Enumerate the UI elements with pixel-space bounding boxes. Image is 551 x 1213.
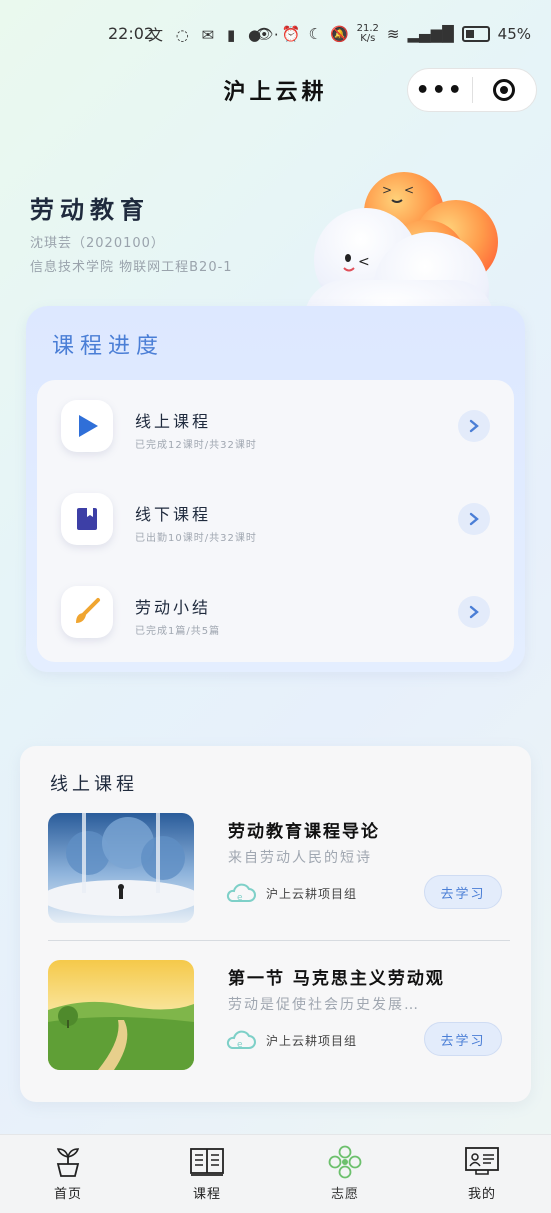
progress-item-online[interactable]: 线上课程 已完成12课时/共32课时 — [37, 386, 514, 466]
wifi-icon: ≋ — [386, 25, 400, 43]
course-thumbnail — [48, 813, 194, 923]
bottom-tab-bar: 首页 课程 志愿 我的 — [0, 1134, 551, 1213]
go-study-button[interactable]: 去学习 — [424, 875, 502, 909]
course-name: 劳动教育 — [30, 195, 150, 224]
volunteer-group-icon — [305, 1143, 385, 1181]
progress-list: 线上课程 已完成12课时/共32课时 线下课程 已出勤10课时/共32课时 劳动… — [37, 380, 514, 662]
status-bar: 22:02 文 ◌ ✉ ▮ ● ··· 👁 ⏰ ☾ 🔕 21.2 K/s ≋ ▂… — [0, 0, 551, 66]
tab-label: 课程 — [192, 1187, 221, 1202]
course-name: 第一节 马克思主义劳动观 — [228, 969, 445, 989]
chevron-right-icon[interactable] — [458, 410, 490, 442]
plant-home-icon — [28, 1143, 108, 1181]
progress-item-sub: 已完成1篇/共5篇 — [135, 626, 221, 637]
tab-volunteer[interactable]: 志愿 — [305, 1143, 385, 1202]
tab-label: 首页 — [53, 1187, 82, 1202]
course-group: 沪上云耕项目组 — [266, 1034, 358, 1048]
course-desc: 劳动是促使社会历史发展… — [228, 997, 420, 1013]
course-item[interactable]: 第一节 马克思主义劳动观 劳动是促使社会历史发展… e 沪上云耕项目组 去学习 — [20, 960, 531, 1072]
go-study-button[interactable]: 去学习 — [424, 1022, 502, 1056]
college-info: 信息技术学院 物联网工程B20-1 — [30, 260, 233, 275]
svg-text:<: < — [358, 254, 370, 270]
play-icon — [61, 400, 113, 452]
tab-courses[interactable]: 课程 — [167, 1143, 247, 1202]
cloud-icon: e — [226, 883, 256, 903]
progress-item-sub: 已出勤10课时/共32课时 — [135, 533, 257, 544]
chevron-right-icon[interactable] — [458, 503, 490, 535]
status-right: 👁 ⏰ ☾ 🔕 21.2 K/s ≋ ▂▄▆█ 45% — [255, 24, 531, 44]
more-button[interactable]: ••• — [408, 78, 472, 103]
tab-label: 我的 — [467, 1187, 496, 1202]
online-courses-card: 线上课程 劳动教育课程导论 来自劳动人民的短诗 e 沪上云耕项目组 去学习 第一… — [20, 746, 531, 1102]
course-name: 劳动教育课程导论 — [228, 822, 380, 842]
moon-icon: ☾ — [308, 25, 322, 43]
profile-monitor-icon — [442, 1143, 522, 1181]
progress-item-sub: 已完成12课时/共32课时 — [135, 440, 257, 451]
svg-text:e: e — [237, 1040, 243, 1050]
progress-item-label: 劳动小结 — [135, 598, 212, 617]
progress-item-label: 线下课程 — [135, 505, 212, 524]
svg-text:e: e — [237, 893, 243, 903]
student-info: 沈琪芸（2020100） — [30, 236, 165, 251]
book-icon — [61, 493, 113, 545]
signal-icon: ▂▄▆█ — [407, 25, 454, 43]
svg-text:<: < — [404, 183, 414, 197]
tab-home[interactable]: 首页 — [28, 1143, 108, 1202]
brush-icon — [61, 586, 113, 638]
alarm-icon: ⏰ — [281, 25, 301, 43]
course-thumbnail — [48, 960, 194, 1070]
progress-item-summary[interactable]: 劳动小结 已完成1篇/共5篇 — [37, 572, 514, 652]
online-courses-title: 线上课程 — [50, 774, 138, 795]
progress-title: 课程进度 — [52, 334, 165, 359]
net-speed-unit: K/s — [360, 33, 376, 44]
progress-item-label: 线上课程 — [135, 412, 212, 431]
tab-label: 志愿 — [330, 1187, 359, 1202]
target-icon — [493, 79, 516, 101]
eye-icon: 👁 — [254, 25, 274, 43]
course-desc: 来自劳动人民的短诗 — [228, 850, 372, 866]
course-progress-card: 课程进度 线上课程 已完成12课时/共32课时 线下课程 已出勤10课时/共32… — [26, 306, 525, 672]
svg-text:>: > — [382, 183, 392, 197]
mute-icon: 🔕 — [329, 25, 349, 43]
battery-icon — [461, 26, 490, 42]
battery-level: 45% — [497, 25, 531, 43]
chevron-right-icon[interactable] — [458, 596, 490, 628]
net-speed: 21.2 K/s — [357, 24, 379, 44]
course-group: 沪上云耕项目组 — [266, 887, 358, 901]
progress-item-offline[interactable]: 线下课程 已出勤10课时/共32课时 — [37, 479, 514, 559]
course-item[interactable]: 劳动教育课程导论 来自劳动人民的短诗 e 沪上云耕项目组 去学习 — [20, 813, 531, 925]
cloud-icon: e — [226, 1030, 256, 1050]
close-miniprogram-button[interactable] — [473, 79, 537, 101]
divider — [48, 940, 510, 941]
tab-profile[interactable]: 我的 — [442, 1143, 522, 1202]
miniprogram-capsule: ••• — [407, 68, 537, 112]
open-book-icon — [167, 1143, 247, 1181]
